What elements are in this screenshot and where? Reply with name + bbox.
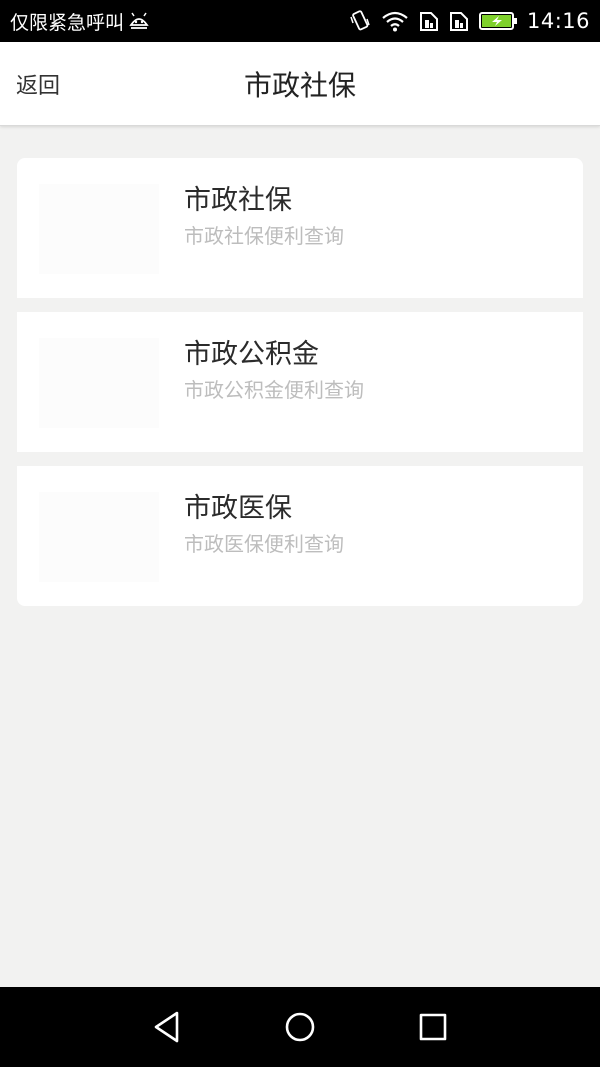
card-housing-fund[interactable]: 市政公积金 市政公积金便利查询 <box>17 312 583 452</box>
card-subtitle: 市政社保便利查询 <box>184 224 344 248</box>
back-triangle-icon[interactable] <box>137 997 197 1057</box>
status-left: 仅限紧急呼叫 <box>10 8 150 35</box>
service-card-list: 市政社保 市政社保便利查询 市政公积金 市政公积金便利查询 市政医保 市政医保便… <box>17 158 583 606</box>
status-bar: 仅限紧急呼叫 14:16 <box>0 0 600 42</box>
sim1-icon <box>419 10 439 32</box>
recents-square-icon[interactable] <box>403 997 463 1057</box>
system-nav-bar <box>0 987 600 1067</box>
home-circle-icon[interactable] <box>270 997 330 1057</box>
page-title: 市政社保 <box>243 69 356 102</box>
card-thumbnail <box>39 184 159 274</box>
card-title: 市政医保 <box>184 493 292 524</box>
card-subtitle: 市政医保便利查询 <box>184 532 344 556</box>
card-title: 市政公积金 <box>184 339 319 370</box>
carrier-text: 仅限紧急呼叫 <box>10 11 125 34</box>
card-social-security[interactable]: 市政社保 市政社保便利查询 <box>17 158 583 298</box>
card-thumbnail <box>39 338 159 428</box>
card-medical-insurance[interactable]: 市政医保 市政医保便利查询 <box>17 466 583 606</box>
status-right: 14:16 <box>349 9 590 33</box>
vibrate-icon <box>349 9 371 33</box>
wifi-icon <box>381 10 409 32</box>
card-thumbnail <box>39 492 159 582</box>
android-debug-icon <box>128 11 150 31</box>
clock: 14:16 <box>526 9 590 33</box>
card-title: 市政社保 <box>184 185 292 216</box>
card-subtitle: 市政公积金便利查询 <box>184 378 364 402</box>
battery-charging-icon <box>478 11 517 31</box>
app-header: 返回 市政社保 <box>0 42 600 126</box>
sim2-icon <box>449 10 469 32</box>
